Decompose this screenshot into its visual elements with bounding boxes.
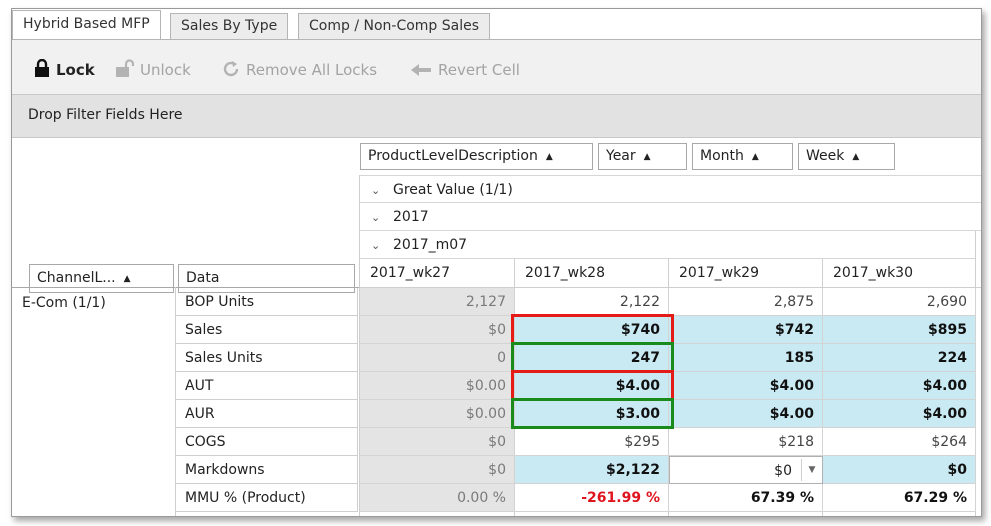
- cell-aur-wk30[interactable]: $4.00: [823, 400, 976, 428]
- week-header-4[interactable]: 2017_wk30: [823, 259, 975, 287]
- lock-icon: [35, 58, 49, 77]
- pivot-grid: ProductLevelDescription ▲ Year ▲ Month ▲ We…: [12, 138, 981, 516]
- cell-bop-units-wk28[interactable]: 2,122: [515, 288, 669, 316]
- row-label-sales-units: Sales Units: [175, 344, 358, 372]
- cell-aut-wk30[interactable]: $4.00: [823, 372, 976, 400]
- cell-markdowns-wk29[interactable]: $0: [774, 463, 792, 479]
- chevron-down-icon: ⌄: [371, 239, 381, 252]
- cell-aur-wk29[interactable]: $4.00: [669, 400, 823, 428]
- column-group-product[interactable]: ⌄ Great Value (1/1): [359, 175, 981, 203]
- field-channel[interactable]: ChannelL... ▲: [29, 264, 174, 293]
- row-label-cogs: COGS: [175, 428, 358, 456]
- tab-comp-non-comp-sales[interactable]: Comp / Non-Comp Sales: [298, 13, 491, 39]
- cell-mmu-wk30[interactable]: 67.29 %: [823, 484, 976, 512]
- row-label-bop-units: BOP Units: [175, 288, 358, 316]
- cell-bop-units-wk27[interactable]: 2,127: [360, 288, 515, 316]
- tab-sales-by-type[interactable]: Sales By Type: [170, 13, 289, 39]
- unlock-label: Unlock: [140, 61, 191, 79]
- revert-arrow-icon: [411, 64, 431, 76]
- cell-sales-wk30[interactable]: $895: [823, 316, 976, 344]
- cell-mmu-wk27[interactable]: 0.00 %: [360, 484, 515, 512]
- column-group-month[interactable]: ⌄ 2017_m07: [359, 231, 975, 259]
- green-highlight-aur: [511, 398, 674, 429]
- sort-up-icon: ▲: [852, 152, 860, 162]
- week-header-3[interactable]: 2017_wk29: [669, 259, 822, 287]
- field-label: ChannelL...: [37, 270, 116, 286]
- channel-value[interactable]: E-Com (1/1): [22, 295, 106, 311]
- field-label: ProductLevelDescription: [368, 148, 538, 164]
- row-label-aut: AUT: [175, 372, 358, 400]
- field-year[interactable]: Year ▲: [598, 143, 687, 170]
- markdowns-wk29-editor[interactable]: $0 ▼: [669, 456, 823, 484]
- row-label-aur: AUR: [175, 400, 358, 428]
- field-label: Year: [606, 148, 636, 164]
- green-highlight-sales-units: [511, 342, 674, 373]
- cell-mmu-wk29[interactable]: 67.39 %: [669, 484, 823, 512]
- field-label: Data: [186, 270, 220, 286]
- remove-all-locks-label: Remove All Locks: [246, 61, 378, 79]
- field-month[interactable]: Month ▲: [692, 143, 793, 170]
- revert-cell-button[interactable]: Revert Cell: [410, 59, 520, 81]
- row-label-sales: Sales: [175, 316, 358, 344]
- field-week[interactable]: Week ▲: [798, 143, 895, 170]
- group-label: Great Value (1/1): [393, 182, 513, 198]
- cell-cogs-wk27[interactable]: $0: [360, 428, 515, 456]
- sort-up-icon: ▲: [643, 152, 651, 162]
- cell-markdowns-wk30[interactable]: $0: [823, 456, 976, 484]
- cell-aut-wk27[interactable]: $0.00: [360, 372, 515, 400]
- sort-up-icon: ▲: [123, 274, 131, 284]
- cell-markdowns-wk28[interactable]: $2,122: [515, 456, 669, 484]
- lock-label: Lock: [56, 61, 95, 79]
- cell-cogs-wk30[interactable]: $264: [823, 428, 976, 456]
- cell-cogs-wk29[interactable]: $218: [669, 428, 823, 456]
- field-label: Month: [700, 148, 744, 164]
- group-label: 2017_m07: [393, 237, 468, 253]
- toolbar: Lock Unlock Remove All Locks Revert Cell: [12, 40, 981, 94]
- cell-cogs-wk28[interactable]: $295: [515, 428, 669, 456]
- red-highlight-sales: [511, 314, 674, 345]
- cell-sales-wk29[interactable]: $742: [669, 316, 823, 344]
- revert-cell-label: Revert Cell: [438, 61, 520, 79]
- cell-aut-wk29[interactable]: $4.00: [669, 372, 823, 400]
- refresh-icon: [223, 61, 239, 77]
- filter-drop-area[interactable]: Drop Filter Fields Here: [12, 94, 981, 138]
- tab-hybrid-based-mfp[interactable]: Hybrid Based MFP: [12, 10, 161, 40]
- cell-markdowns-wk27[interactable]: $0: [360, 456, 515, 484]
- sort-up-icon: ▲: [751, 152, 759, 162]
- chevron-down-icon: ⌄: [371, 184, 381, 197]
- cell-sales-units-wk29[interactable]: 185: [669, 344, 823, 372]
- field-product-level-description[interactable]: ProductLevelDescription ▲: [360, 143, 593, 170]
- filter-drop-label: Drop Filter Fields Here: [28, 107, 183, 123]
- group-label: 2017: [393, 209, 429, 225]
- cell-sales-units-wk30[interactable]: 224: [823, 344, 976, 372]
- cell-mmu-wk28[interactable]: -261.99 %: [515, 484, 669, 512]
- sort-up-icon: ▲: [545, 152, 553, 162]
- lock-button[interactable]: Lock: [34, 58, 95, 81]
- mfp-window: Hybrid Based MFP Sales By Type Comp / No…: [11, 8, 982, 517]
- cell-bop-units-wk30[interactable]: 2,690: [823, 288, 976, 316]
- unlock-button[interactable]: Unlock: [116, 59, 191, 81]
- cell-aur-wk27[interactable]: $0.00: [360, 400, 515, 428]
- cell-sales-wk27[interactable]: $0: [360, 316, 515, 344]
- week-header-2[interactable]: 2017_wk28: [515, 259, 668, 287]
- row-label-mmu-product: MMU % (Product): [175, 484, 358, 512]
- row-label-markdowns: Markdowns: [175, 456, 358, 484]
- column-group-year[interactable]: ⌄ 2017: [359, 203, 981, 231]
- week-header-1[interactable]: 2017_wk27: [360, 259, 514, 287]
- field-label: Week: [806, 148, 845, 164]
- red-highlight-aut: [511, 370, 674, 401]
- cell-sales-units-wk27[interactable]: 0: [360, 344, 515, 372]
- dropdown-arrow-icon[interactable]: ▼: [801, 459, 822, 481]
- chevron-down-icon: ⌄: [371, 211, 381, 224]
- remove-all-locks-button[interactable]: Remove All Locks: [222, 59, 377, 81]
- tab-strip: Hybrid Based MFP Sales By Type Comp / No…: [12, 9, 981, 40]
- unlock-icon: [116, 59, 135, 77]
- cell-bop-units-wk29[interactable]: 2,875: [669, 288, 823, 316]
